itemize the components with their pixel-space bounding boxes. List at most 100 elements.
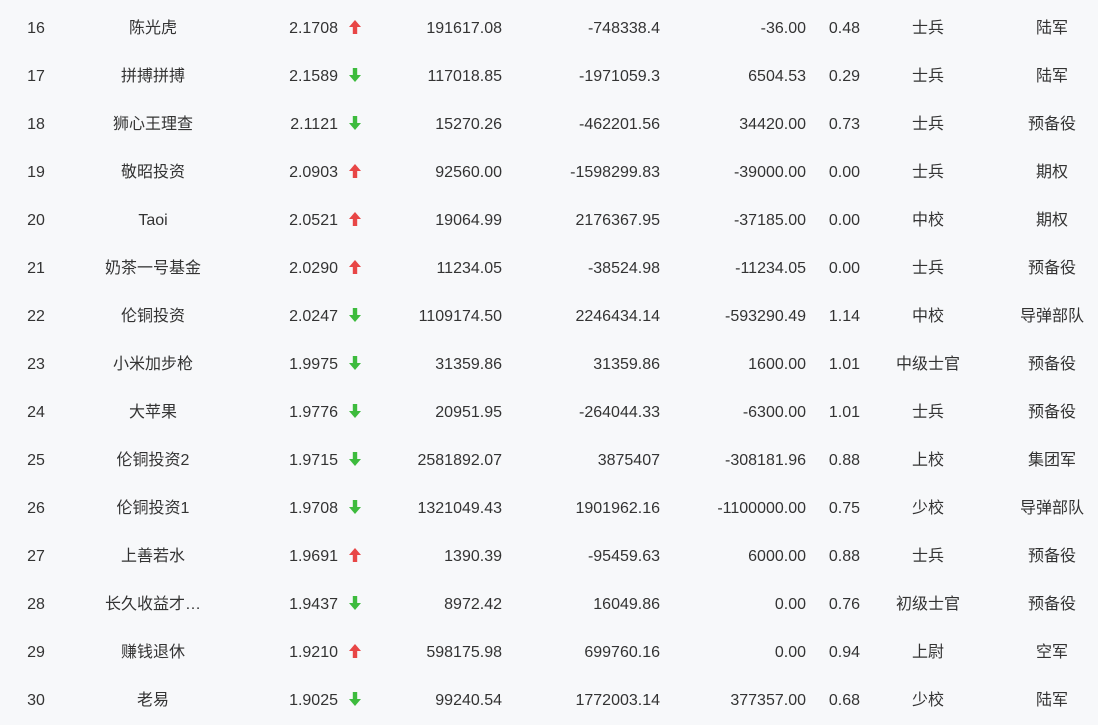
name-cell[interactable]: 赚钱退休: [78, 629, 228, 677]
value-1-cell: 598175.98: [426, 644, 502, 661]
table-row[interactable]: 17 拼搏拼搏 2.1589 117018.85 -1971059.3 6504.53 0.…: [0, 53, 1098, 101]
name-cell[interactable]: 伦铜投资1: [78, 485, 228, 533]
value-3-cell: 0.00: [774, 596, 806, 613]
name-cell[interactable]: 伦铜投资2: [78, 437, 228, 485]
name-cell[interactable]: 敬昭投资: [78, 149, 228, 197]
title-cell: 士兵: [911, 260, 944, 277]
branch-cell: 陆军: [1035, 20, 1068, 37]
value-1-cell: 99240.54: [435, 692, 502, 709]
table-row[interactable]: 29 赚钱退休 1.9210 598175.98 699760.16 0.00 0.94 上尉…: [0, 629, 1098, 677]
table-row[interactable]: 23 小米加步枪 1.9975 31359.86 31359.86 1600.00 1.01…: [0, 341, 1098, 389]
title-cell: 中校: [911, 212, 944, 229]
value-2-cell: 3875407: [597, 452, 660, 469]
value-4-cell: 0.88: [828, 452, 860, 469]
value-4-cell: 1.01: [828, 404, 860, 421]
nav-cell: 2.1121: [290, 116, 338, 133]
rank-cell: 16: [27, 20, 45, 37]
value-2-cell: 1772003.14: [575, 692, 660, 709]
name-cell[interactable]: 狮心王理查: [78, 101, 228, 149]
nav-cell: 1.9210: [289, 644, 338, 661]
value-4-cell: 1.01: [828, 356, 860, 373]
title-cell: 上尉: [911, 644, 944, 661]
table-row[interactable]: 26 伦铜投资1 1.9708 1321049.43 1901962.16 -110000…: [0, 485, 1098, 533]
value-1-cell: 1390.39: [444, 548, 502, 565]
value-1-cell: 191617.08: [426, 20, 502, 37]
table-row[interactable]: 28 长久收益才… 1.9437 8972.42 16049.86 0.00 0.76 初级士…: [0, 581, 1098, 629]
table-row[interactable]: 22 伦铜投资 2.0247 1109174.50 2246434.14 -593290.…: [0, 293, 1098, 341]
value-4-cell: 0.48: [828, 20, 860, 37]
table-row[interactable]: 27 上善若水 1.9691 1390.39 -95459.63 6000.00 0.88 士…: [0, 533, 1098, 581]
name-cell[interactable]: 老易: [78, 677, 228, 725]
rank-cell: 24: [27, 404, 45, 421]
branch-cell: 陆军: [1035, 68, 1068, 85]
value-3-cell: -308181.96: [725, 452, 806, 469]
value-2-cell: -95459.63: [587, 548, 660, 565]
nav-cell: 2.0903: [289, 164, 338, 181]
title-cell: 士兵: [911, 20, 944, 37]
arrow-down-icon: [346, 485, 364, 533]
branch-cell: 陆军: [1035, 692, 1068, 709]
value-4-cell: 0.00: [828, 260, 860, 277]
rank-cell: 29: [27, 644, 45, 661]
branch-cell: 预备役: [1027, 404, 1076, 421]
value-2-cell: -1598299.83: [570, 164, 660, 181]
value-1-cell: 15270.26: [435, 116, 502, 133]
title-cell: 士兵: [911, 116, 944, 133]
value-1-cell: 31359.86: [435, 356, 502, 373]
table-row[interactable]: 24 大苹果 1.9776 20951.95 -264044.33 -6300.00 1.0…: [0, 389, 1098, 437]
nav-cell: 2.1708: [289, 20, 338, 37]
value-4-cell: 0.29: [828, 68, 860, 85]
name-cell[interactable]: Taoi: [78, 197, 228, 245]
value-2-cell: -748338.4: [587, 20, 660, 37]
value-2-cell: 1901962.16: [575, 500, 660, 517]
name-cell[interactable]: 长久收益才…: [78, 581, 228, 629]
title-cell: 初级士官: [895, 596, 960, 613]
rank-cell: 28: [27, 596, 45, 613]
name-cell[interactable]: 奶茶一号基金: [78, 245, 228, 293]
name-cell[interactable]: 陈光虎: [78, 5, 228, 53]
value-4-cell: 0.68: [828, 692, 860, 709]
value-1-cell: 1321049.43: [417, 500, 502, 517]
arrow-down-icon: [346, 437, 364, 485]
value-3-cell: 0.00: [774, 644, 806, 661]
value-3-cell: -39000.00: [733, 164, 806, 181]
title-cell: 上校: [911, 452, 944, 469]
table-row[interactable]: 30 老易 1.9025 99240.54 1772003.14 377357.00 0.6…: [0, 677, 1098, 725]
table-row[interactable]: 16 陈光虎 2.1708 191617.08 -748338.4 -36.00 0.48 士…: [0, 5, 1098, 53]
value-3-cell: 34420.00: [739, 116, 806, 133]
value-3-cell: 377357.00: [730, 692, 806, 709]
branch-cell: 预备役: [1027, 596, 1076, 613]
value-2-cell: 699760.16: [584, 644, 660, 661]
table-row[interactable]: 20 Taoi 2.0521 19064.99 2176367.95 -37185.00 0…: [0, 197, 1098, 245]
value-4-cell: 0.73: [828, 116, 860, 133]
value-2-cell: -462201.56: [579, 116, 660, 133]
rank-cell: 27: [27, 548, 45, 565]
rank-cell: 17: [27, 68, 45, 85]
arrow-down-icon: [346, 293, 364, 341]
rank-cell: 19: [27, 164, 45, 181]
table-row[interactable]: 18 狮心王理查 2.1121 15270.26 -462201.56 34420.00 0…: [0, 101, 1098, 149]
name-cell[interactable]: 伦铜投资: [78, 293, 228, 341]
value-4-cell: 0.76: [828, 596, 860, 613]
value-1-cell: 19064.99: [435, 212, 502, 229]
value-3-cell: -37185.00: [733, 212, 806, 229]
arrow-down-icon: [346, 53, 364, 101]
nav-cell: 1.9776: [289, 404, 338, 421]
arrow-down-icon: [346, 677, 364, 725]
arrow-up-icon: [346, 149, 364, 197]
arrow-down-icon: [346, 389, 364, 437]
rank-cell: 22: [27, 308, 45, 325]
table-row[interactable]: 25 伦铜投资2 1.9715 2581892.07 3875407 -308181.96…: [0, 437, 1098, 485]
name-cell[interactable]: 拼搏拼搏: [78, 53, 228, 101]
ranking-table: 16 陈光虎 2.1708 191617.08 -748338.4 -36.00 0.48 士…: [0, 0, 1098, 722]
nav-cell: 2.1589: [289, 68, 338, 85]
table-row[interactable]: 21 奶茶一号基金 2.0290 11234.05 -38524.98 -11234.05…: [0, 245, 1098, 293]
name-cell[interactable]: 小米加步枪: [78, 341, 228, 389]
name-cell[interactable]: 上善若水: [78, 533, 228, 581]
name-cell[interactable]: 大苹果: [78, 389, 228, 437]
value-4-cell: 0.88: [828, 548, 860, 565]
branch-cell: 期权: [1035, 164, 1068, 181]
value-2-cell: -264044.33: [579, 404, 660, 421]
title-cell: 士兵: [911, 68, 944, 85]
table-row[interactable]: 19 敬昭投资 2.0903 92560.00 -1598299.83 -39000.00…: [0, 149, 1098, 197]
